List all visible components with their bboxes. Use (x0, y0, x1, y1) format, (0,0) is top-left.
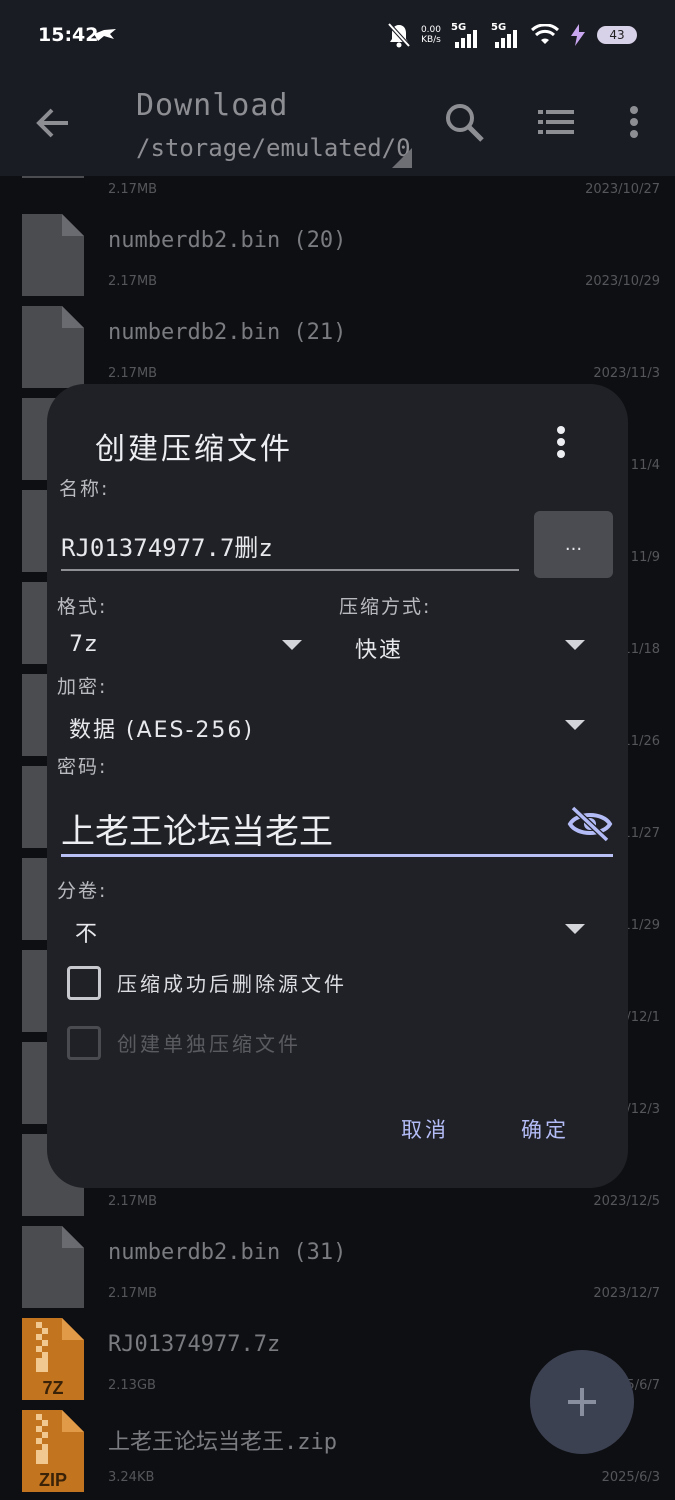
back-arrow-icon[interactable] (30, 100, 76, 146)
encryption-select[interactable]: 数据 (AES-256) (69, 712, 254, 744)
search-icon[interactable] (440, 98, 488, 146)
password-input[interactable]: 上老王论坛当老王 (61, 804, 333, 853)
path-dropdown-icon[interactable] (392, 148, 412, 168)
name-label: 名称: (59, 478, 110, 500)
signal-sim2-icon: 5G (491, 22, 521, 48)
split-dropdown-icon[interactable] (565, 924, 585, 934)
method-dropdown-icon[interactable] (565, 640, 585, 650)
more-vert-icon[interactable] (610, 98, 658, 146)
separate-archive-checkbox[interactable] (67, 1026, 101, 1060)
method-label: 压缩方式: (339, 596, 432, 618)
encryption-label: 加密: (57, 676, 108, 698)
format-select[interactable]: 7z (69, 632, 99, 657)
archive-7z-icon: 7Z (22, 1318, 84, 1400)
archive-zip-icon: ZIP (22, 1410, 84, 1492)
file-icon (22, 306, 84, 388)
file-icon (22, 214, 84, 296)
svg-text:7Z: 7Z (42, 1378, 63, 1398)
password-underline (61, 854, 613, 857)
network-speed: 0.00 KB/s (420, 25, 441, 45)
file-row[interactable]: numberdb2.bin (31) 2.17MB 2023/12/7 (0, 1226, 675, 1318)
file-icon (22, 1226, 84, 1308)
file-row[interactable]: 2.17MB 2023/10/27 (0, 176, 675, 197)
password-label: 密码: (57, 756, 108, 778)
archive-name-input[interactable]: RJ01374977.7删z (61, 528, 273, 563)
charging-icon (571, 24, 585, 46)
bell-muted-icon (387, 22, 411, 48)
app-bar: Download /storage/emulated/0 (0, 72, 675, 176)
delete-source-checkbox[interactable] (67, 966, 101, 1000)
signal-sim1-icon: 5G (451, 22, 481, 48)
split-select[interactable]: 不 (75, 916, 99, 948)
format-dropdown-icon[interactable] (282, 640, 302, 650)
cancel-button[interactable]: 取消 (401, 1114, 449, 1144)
status-time: 15:42 (38, 24, 99, 46)
status-bar: 15:42 0.00 KB/s 5G 5G 43 (0, 0, 675, 72)
ok-button[interactable]: 确定 (521, 1114, 569, 1144)
list-view-icon[interactable] (532, 98, 580, 146)
separate-archive-label: 创建单独压缩文件 (117, 1032, 301, 1056)
battery-icon: 43 (597, 26, 637, 44)
format-label: 格式: (57, 596, 108, 618)
bird-notification-icon (94, 29, 116, 41)
browse-button[interactable]: ... (534, 511, 613, 578)
svg-text:ZIP: ZIP (39, 1470, 67, 1490)
file-icon (22, 176, 84, 178)
method-select[interactable]: 快速 (355, 632, 403, 664)
folder-path[interactable]: /storage/emulated/0 (136, 134, 411, 162)
add-fab-button[interactable] (530, 1350, 634, 1454)
dialog-title: 创建压缩文件 (95, 432, 293, 467)
status-icons: 0.00 KB/s 5G 5G 43 (387, 20, 637, 50)
encryption-dropdown-icon[interactable] (565, 720, 585, 730)
folder-title: Download (136, 88, 289, 123)
dialog-more-vert-icon[interactable] (551, 424, 571, 460)
split-label: 分卷: (57, 880, 108, 902)
wifi-icon (531, 24, 559, 44)
visibility-off-icon[interactable] (567, 804, 613, 844)
delete-source-label: 压缩成功后删除源文件 (117, 972, 347, 996)
create-archive-dialog: 创建压缩文件 名称: RJ01374977.7删z ... 格式: 7z 压缩方… (47, 384, 628, 1188)
plus-icon (568, 1388, 596, 1416)
file-row[interactable]: numberdb2.bin (20) 2.17MB 2023/10/29 (0, 214, 675, 306)
name-underline (61, 569, 519, 571)
